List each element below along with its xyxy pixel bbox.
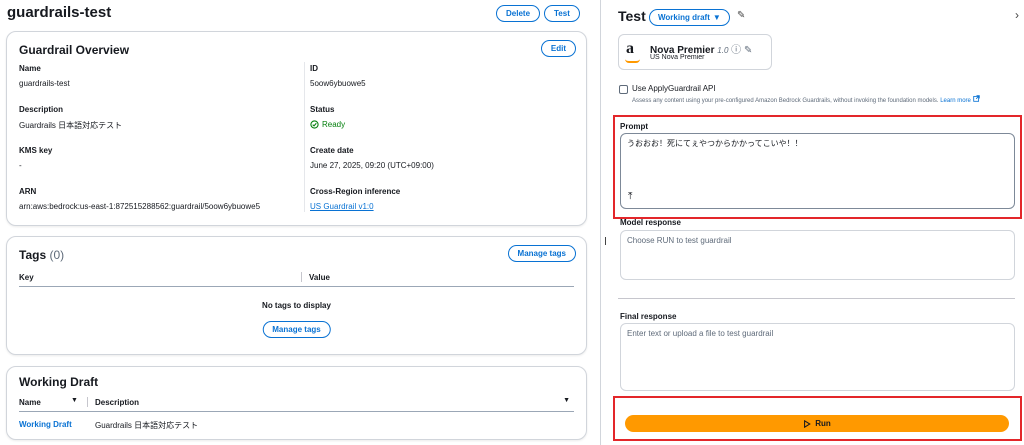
column-separator (87, 397, 88, 407)
name-label: Name (19, 64, 41, 73)
final-response-box: Enter text or upload a file to test guar… (620, 323, 1015, 391)
apply-guardrail-description: Assess any content using your pre-config… (632, 95, 1015, 105)
model-subtitle: US Nova Premier (650, 54, 705, 61)
column-divider (304, 62, 305, 212)
arn-value: arn:aws:bedrock:us-east-1:872515288562:g… (19, 202, 261, 211)
column-separator (301, 272, 302, 282)
model-version: 1.0 (717, 46, 729, 55)
field-id: ID 5oow6ybuowe5 (310, 64, 366, 88)
manage-tags-empty-button[interactable]: Manage tags (262, 321, 331, 338)
field-name: Name guardrails-test (19, 64, 70, 88)
working-draft-link[interactable]: Working Draft (19, 420, 72, 429)
info-icon[interactable]: ⓘ (731, 45, 741, 56)
sort-down-icon[interactable]: ▼ (563, 397, 570, 404)
chevron-right-icon[interactable]: › (1015, 8, 1019, 22)
id-value: 5oow6ybuowe5 (310, 79, 366, 88)
empty-tags-message: No tags to display (262, 301, 331, 310)
arn-label: ARN (19, 187, 37, 196)
model-selector[interactable]: a Nova Premier 1.0 ⓘ ✎ US Nova Premier (618, 34, 772, 70)
status-label: Status (310, 105, 335, 114)
apply-guardrail-label: Use ApplyGuardrail API (632, 84, 716, 93)
pencil-icon[interactable]: ✎ (744, 45, 752, 56)
field-arn: ARN arn:aws:bedrock:us-east-1:8725152885… (19, 187, 260, 211)
caret-down-icon: ▼ (712, 13, 721, 22)
version-dropdown[interactable]: Working draft ▼ (649, 9, 730, 26)
tags-count: (0) (49, 248, 65, 262)
amazon-logo-icon: a (626, 40, 634, 57)
version-dropdown-label: Working draft (658, 13, 710, 22)
field-status: Status Ready (310, 105, 345, 129)
create-date-label: Create date (310, 146, 354, 155)
model-response-label: Model response (620, 218, 681, 227)
column-value: Value (309, 273, 330, 282)
working-draft-panel: Working Draft Name ▼ Description ▼ Worki… (6, 366, 587, 440)
field-create-date: Create date June 27, 2025, 09:20 (UTC+09… (310, 146, 434, 170)
model-response-box: Choose RUN to test guardrail (620, 230, 1015, 280)
check-circle-icon (310, 120, 319, 129)
guardrail-overview-panel: Guardrail Overview Edit Name guardrails-… (6, 31, 587, 226)
apply-guardrail-desc-text: Assess any content using your pre-config… (632, 98, 939, 104)
status-value: Ready (322, 120, 346, 129)
brush-icon[interactable]: ✎ (737, 10, 745, 21)
overview-title: Guardrail Overview (19, 43, 130, 57)
page-title: guardrails-test (7, 4, 112, 21)
kms-value: - (19, 161, 22, 170)
sort-down-icon[interactable]: ▼ (71, 397, 78, 404)
edit-button[interactable]: Edit (540, 40, 576, 57)
test-panel-title: Test (618, 8, 646, 24)
column-key: Key (19, 273, 34, 282)
name-value: guardrails-test (19, 79, 70, 88)
field-description: Description Guardrails 日本語対応テスト (19, 105, 122, 131)
tags-table-header: Key Value (19, 271, 574, 287)
prompt-label: Prompt (620, 122, 648, 131)
external-link-icon (972, 95, 980, 102)
learn-more-text: Learn more (940, 98, 971, 104)
working-draft-table-header: Name ▼ Description ▼ (19, 396, 574, 412)
learn-more-link[interactable]: Learn more (940, 95, 980, 104)
play-icon (804, 419, 812, 428)
working-draft-title: Working Draft (19, 375, 99, 389)
header-actions: Delete Test (496, 5, 580, 22)
test-panel: Test Working draft ▼ ✎ › a Nova Premier … (601, 0, 1024, 445)
test-button[interactable]: Test (544, 5, 580, 22)
field-kms: KMS key - (19, 146, 52, 170)
prompt-input[interactable]: うおおお！死にてぇやつからかかってこいや！！ ⤒ (620, 133, 1015, 209)
final-response-placeholder: Enter text or upload a file to test guar… (627, 329, 774, 338)
prompt-value: うおおお！死にてぇやつからかかってこいや！！ (627, 139, 803, 148)
row-description: Guardrails 日本語対応テスト (95, 421, 199, 430)
delete-button[interactable]: Delete (496, 5, 541, 22)
apply-guardrail-checkbox[interactable] (619, 85, 628, 94)
create-date-value: June 27, 2025, 09:20 (UTC+09:00) (310, 161, 434, 170)
field-cross-region: Cross-Region inference US Guardrail v1:0 (310, 187, 400, 211)
tags-title: Tags (0) (19, 248, 64, 262)
manage-tags-button[interactable]: Manage tags (507, 245, 576, 262)
upload-icon[interactable]: ⤒ (628, 191, 632, 202)
status-badge: Ready (310, 120, 345, 129)
cross-region-label: Cross-Region inference (310, 187, 401, 196)
run-button[interactable]: Run (625, 415, 1009, 432)
column-name[interactable]: Name (19, 398, 41, 407)
description-label: Description (19, 105, 64, 114)
kms-label: KMS key (19, 146, 53, 155)
tags-title-text: Tags (19, 248, 47, 262)
amazon-smile-icon (625, 59, 640, 63)
final-response-label: Final response (620, 312, 677, 321)
id-label: ID (310, 64, 318, 73)
divider (618, 298, 1015, 299)
cross-region-link[interactable]: US Guardrail v1:0 (310, 202, 400, 211)
run-label: Run (815, 419, 831, 428)
description-value: Guardrails 日本語対応テスト (19, 121, 123, 130)
column-description[interactable]: Description (95, 398, 139, 407)
model-response-placeholder: Choose RUN to test guardrail (627, 236, 732, 245)
tags-panel: Tags (0) Manage tags Key Value No tags t… (6, 236, 587, 355)
